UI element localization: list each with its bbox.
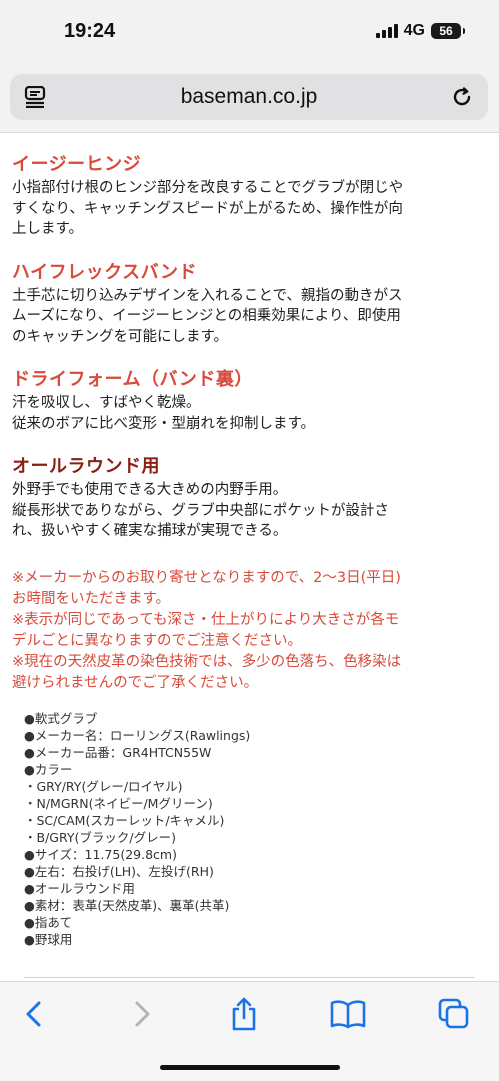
feature-desc-line: 従来のボアに比べ変形・型崩れを抑制します。 (12, 415, 316, 432)
feature-title: ドライフォーム（バンド裏） (12, 369, 253, 390)
notice-block: ※メーカーからのお取り寄せとなりますので、2〜3日(平日) お時間をいただきます… (12, 568, 487, 694)
spec-item: ・B/GRY(ブラック/グレー) (24, 829, 176, 845)
feature-all-round: オールラウンド用 外野手でも使用できる大きめの内野手用。 縦長形状でありながら、… (12, 454, 487, 542)
signal-icon (375, 24, 398, 38)
spec-item: ●カラー (24, 761, 73, 777)
spec-item: ●オールラウンド用 (24, 880, 135, 896)
chevron-left-icon (26, 1001, 41, 1027)
url-text[interactable]: baseman.co.jp (10, 85, 488, 109)
feature-desc-line: ムーズになり、イージーヒンジとの相乗効果により、即使用 (12, 308, 401, 324)
feature-title: オールラウンド用 (12, 456, 160, 477)
notice-line: ※メーカーからのお取り寄せとなりますので、2〜3日(平日) (12, 569, 401, 586)
share-button[interactable] (224, 996, 264, 1032)
spec-item: ●メーカー品番：GR4HTCN55W (24, 744, 212, 760)
home-indicator (160, 1065, 340, 1070)
feature-desc-line: 小指部付け根のヒンジ部分を改良することでグラブが閉じや (12, 180, 404, 196)
status-time: 19:24 (64, 20, 116, 42)
spec-item: ●メーカー名：ローリングス(Rawlings) (24, 727, 251, 743)
tabs-button[interactable] (434, 996, 474, 1032)
notice-line: ※表示が同じであっても深さ・仕上がりにより大きさが各モ (12, 611, 400, 628)
feature-desc-line: 外野手でも使用できる大きめの内野手用。 (12, 482, 288, 498)
tabs-icon (438, 998, 469, 1029)
battery-icon: 56 (431, 23, 465, 39)
feature-desc-line: れ、扱いやすく確実な捕球が実現できる。 (12, 523, 288, 539)
spec-item: ・GRY/RY(グレー/ロイヤル) (24, 778, 183, 794)
feature-easy-hinge: イージーヒンジ 小指部付け根のヒンジ部分を改良することでグラブが閉じや すくなり… (12, 152, 487, 240)
feature-title: イージーヒンジ (12, 154, 142, 175)
spec-list: ●軟式グラブ ●メーカー名：ローリングス(Rawlings) ●メーカー品番：G… (12, 710, 487, 948)
feature-desc-line: 汗を吸収し、すばやく乾燥。 (12, 395, 201, 411)
page-content: イージーヒンジ 小指部付け根のヒンジ部分を改良することでグラブが閉じや すくなり… (12, 132, 487, 972)
chevron-right-icon (135, 1001, 150, 1027)
network-label: 4G (403, 22, 425, 39)
feature-title: ハイフレックスバンド (12, 261, 197, 283)
spec-item: ●軟式グラブ (24, 710, 98, 726)
content-divider (24, 977, 475, 978)
bookmarks-button[interactable] (328, 996, 368, 1032)
feature-desc-line: すくなり、キャッチングスピードが上がるため、操作性が向 (12, 200, 403, 217)
notice-line: お時間をいただきます。 (12, 590, 171, 607)
notice-line: デルごとに異なりますのでご注意ください。 (12, 632, 302, 649)
browser-toolbar (0, 981, 499, 1081)
feature-desc-line: 上します。 (12, 221, 84, 237)
feature-desc-line: のキャッチングを可能にします。 (12, 328, 229, 345)
spec-item: ●指あて (24, 914, 73, 930)
notice-line: ※現在の天然皮革の染色技術では、多少の色落ち、色移染は (12, 653, 402, 670)
book-icon (330, 1000, 366, 1029)
feature-dry-foam: ドライフォーム（バンド裏） 汗を吸収し、すばやく乾燥。 従来のボアに比べ変形・型… (12, 367, 487, 434)
spec-item: ●左右：右投げ(LH)、左投げ(RH) (24, 863, 214, 879)
feature-desc-line: 土手芯に切り込みデザインを入れることで、親指の動きがス (12, 287, 403, 304)
share-icon (232, 997, 256, 1031)
status-indicators: 4G 56 (375, 22, 465, 40)
back-button[interactable] (14, 996, 54, 1032)
spec-item: ・SC/CAM(スカーレット/キャメル) (24, 812, 225, 828)
feature-hi-flex-band: ハイフレックスバンド 土手芯に切り込みデザインを入れることで、親指の動きがス ム… (12, 260, 487, 348)
forward-button[interactable] (122, 996, 162, 1032)
status-bar: 19:24 4G 56 (0, 0, 499, 66)
feature-desc-line: 縦長形状でありながら、グラブ中央部にポケットが設計さ (12, 502, 389, 519)
spec-item: ・N/MGRN(ネイビー/Mグリーン) (24, 795, 213, 811)
address-bar[interactable]: baseman.co.jp (10, 74, 488, 120)
address-bar-area: baseman.co.jp (0, 66, 499, 133)
spec-item: ●サイズ：11.75(29.8cm) (24, 846, 177, 862)
reload-icon[interactable] (450, 85, 474, 109)
notice-line: 避けられませんのでご了承ください。 (12, 674, 259, 691)
spec-item: ●素材：表革(天然皮革)、裏革(共革) (24, 897, 230, 913)
spec-item: ●野球用 (24, 931, 73, 947)
